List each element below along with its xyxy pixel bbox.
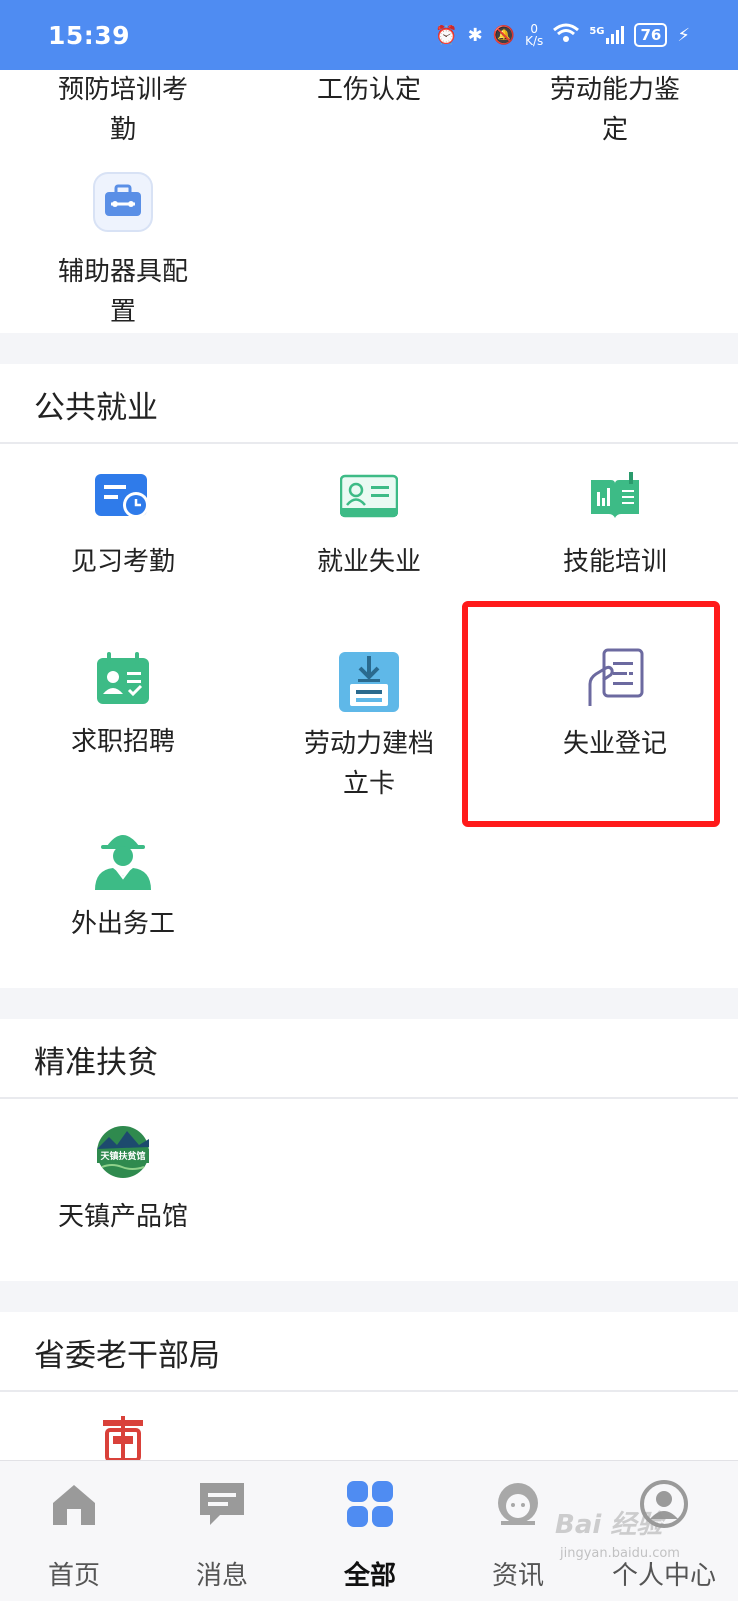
wifi-icon — [553, 23, 580, 48]
battery-icon: 76 — [634, 23, 668, 47]
grid-item-assistive-devices[interactable]: 辅助器具配置 — [0, 170, 246, 332]
message-icon — [197, 1479, 247, 1533]
signal-icon: 5G — [589, 26, 625, 44]
grid-item-label: 求职招聘 — [70, 727, 175, 757]
grid-item-label: 天镇产品馆 — [57, 1202, 188, 1232]
worker-icon — [93, 828, 153, 890]
section-header-public-employment: 公共就业 — [0, 364, 738, 444]
toolbox-icon — [91, 170, 155, 234]
red-emblem-icon — [101, 1416, 145, 1462]
grid-item-label: 见习考勤 — [70, 547, 175, 577]
id-card-icon — [339, 472, 399, 520]
top-section: 预防培训考勤 工伤认定 劳动能力鉴定 辅助器具配置 — [0, 70, 738, 333]
section-header-veteran-cadres: 省委老干部局 — [0, 1312, 738, 1392]
job-calendar-icon — [95, 650, 151, 706]
grid-item-label: 劳动能力鉴定 — [549, 75, 680, 145]
section-title: 精准扶贫 — [34, 1045, 158, 1081]
charging-icon: ⚡ — [677, 24, 690, 46]
grid-item-label: 预防培训考勤 — [57, 75, 188, 145]
grid-item-skills-training[interactable]: 技能培训 — [492, 472, 738, 582]
net-speed: 0 K/s — [525, 23, 543, 47]
net-speed-unit: K/s — [525, 34, 544, 48]
tab-home[interactable]: 首页 — [0, 1461, 148, 1601]
grid-icon — [345, 1479, 395, 1533]
grid-item-prevention-training[interactable]: 预防培训考勤 — [0, 70, 246, 150]
watermark-sub: jingyan.baidu.com — [560, 1546, 680, 1561]
tianzhen-logo-icon: 天镇扶贫馆 — [96, 1125, 150, 1179]
grid-item-label: 辅助器具配置 — [57, 257, 188, 327]
news-avatar-icon — [493, 1479, 543, 1533]
grid-item-internship-attendance[interactable]: 见习考勤 — [0, 472, 246, 582]
network-type: 5G — [589, 26, 605, 37]
grid-item-label: 外出务工 — [70, 909, 175, 939]
status-icons: ⏰ ✱ 🔕 0 K/s 5G 76 ⚡ — [435, 23, 690, 48]
grid-item-labor-archive[interactable]: 劳动力建档立卡 — [246, 650, 492, 804]
tab-label: 消息 — [195, 1561, 248, 1591]
grid-item-label: 劳动力建档立卡 — [303, 729, 434, 799]
status-time: 15:39 — [48, 20, 131, 50]
alarm-icon: ⏰ — [435, 24, 458, 46]
tianzhen-logo-text: 天镇扶贫馆 — [100, 1150, 145, 1162]
section-title: 省委老干部局 — [34, 1338, 220, 1374]
grid-item-injury-recognition[interactable]: 工伤认定 — [246, 70, 492, 110]
grid-item-employment-unemployment[interactable]: 就业失业 — [246, 472, 492, 582]
poverty-alleviation-section: 天镇扶贫馆 天镇产品馆 — [0, 1099, 738, 1281]
grid-item-migrant-work[interactable]: 外出务工 — [0, 828, 246, 944]
status-bar: 15:39 ⏰ ✱ 🔕 0 K/s 5G 76 ⚡ — [0, 0, 738, 70]
grid-item-veteran-cadres[interactable] — [0, 1416, 246, 1462]
mute-bell-icon: 🔕 — [492, 24, 516, 46]
tab-messages[interactable]: 消息 — [148, 1461, 296, 1601]
grid-item-ability-assessment[interactable]: 劳动能力鉴定 — [492, 70, 738, 150]
veteran-cadres-section — [0, 1392, 738, 1462]
grid-item-label: 工伤认定 — [316, 75, 421, 105]
grid-item-tianzhen-products[interactable]: 天镇扶贫馆 天镇产品馆 — [0, 1125, 246, 1237]
grid-item-label: 就业失业 — [316, 547, 421, 577]
bluetooth-icon: ✱ — [467, 24, 483, 46]
watermark: Bai 经验 — [555, 1510, 663, 1540]
section-title: 公共就业 — [34, 390, 158, 426]
highlight-box — [462, 601, 720, 827]
section-header-poverty-alleviation: 精准扶贫 — [0, 1019, 738, 1099]
attendance-card-icon — [95, 472, 151, 520]
tab-all[interactable]: 全部 — [296, 1461, 444, 1601]
tab-label: 首页 — [47, 1561, 100, 1591]
grid-item-job-recruitment[interactable]: 求职招聘 — [0, 650, 246, 762]
archive-download-icon — [338, 650, 400, 714]
grid-item-label: 技能培训 — [562, 547, 667, 577]
book-icon — [589, 472, 641, 520]
home-icon — [49, 1479, 99, 1533]
tab-label: 全部 — [343, 1561, 396, 1591]
